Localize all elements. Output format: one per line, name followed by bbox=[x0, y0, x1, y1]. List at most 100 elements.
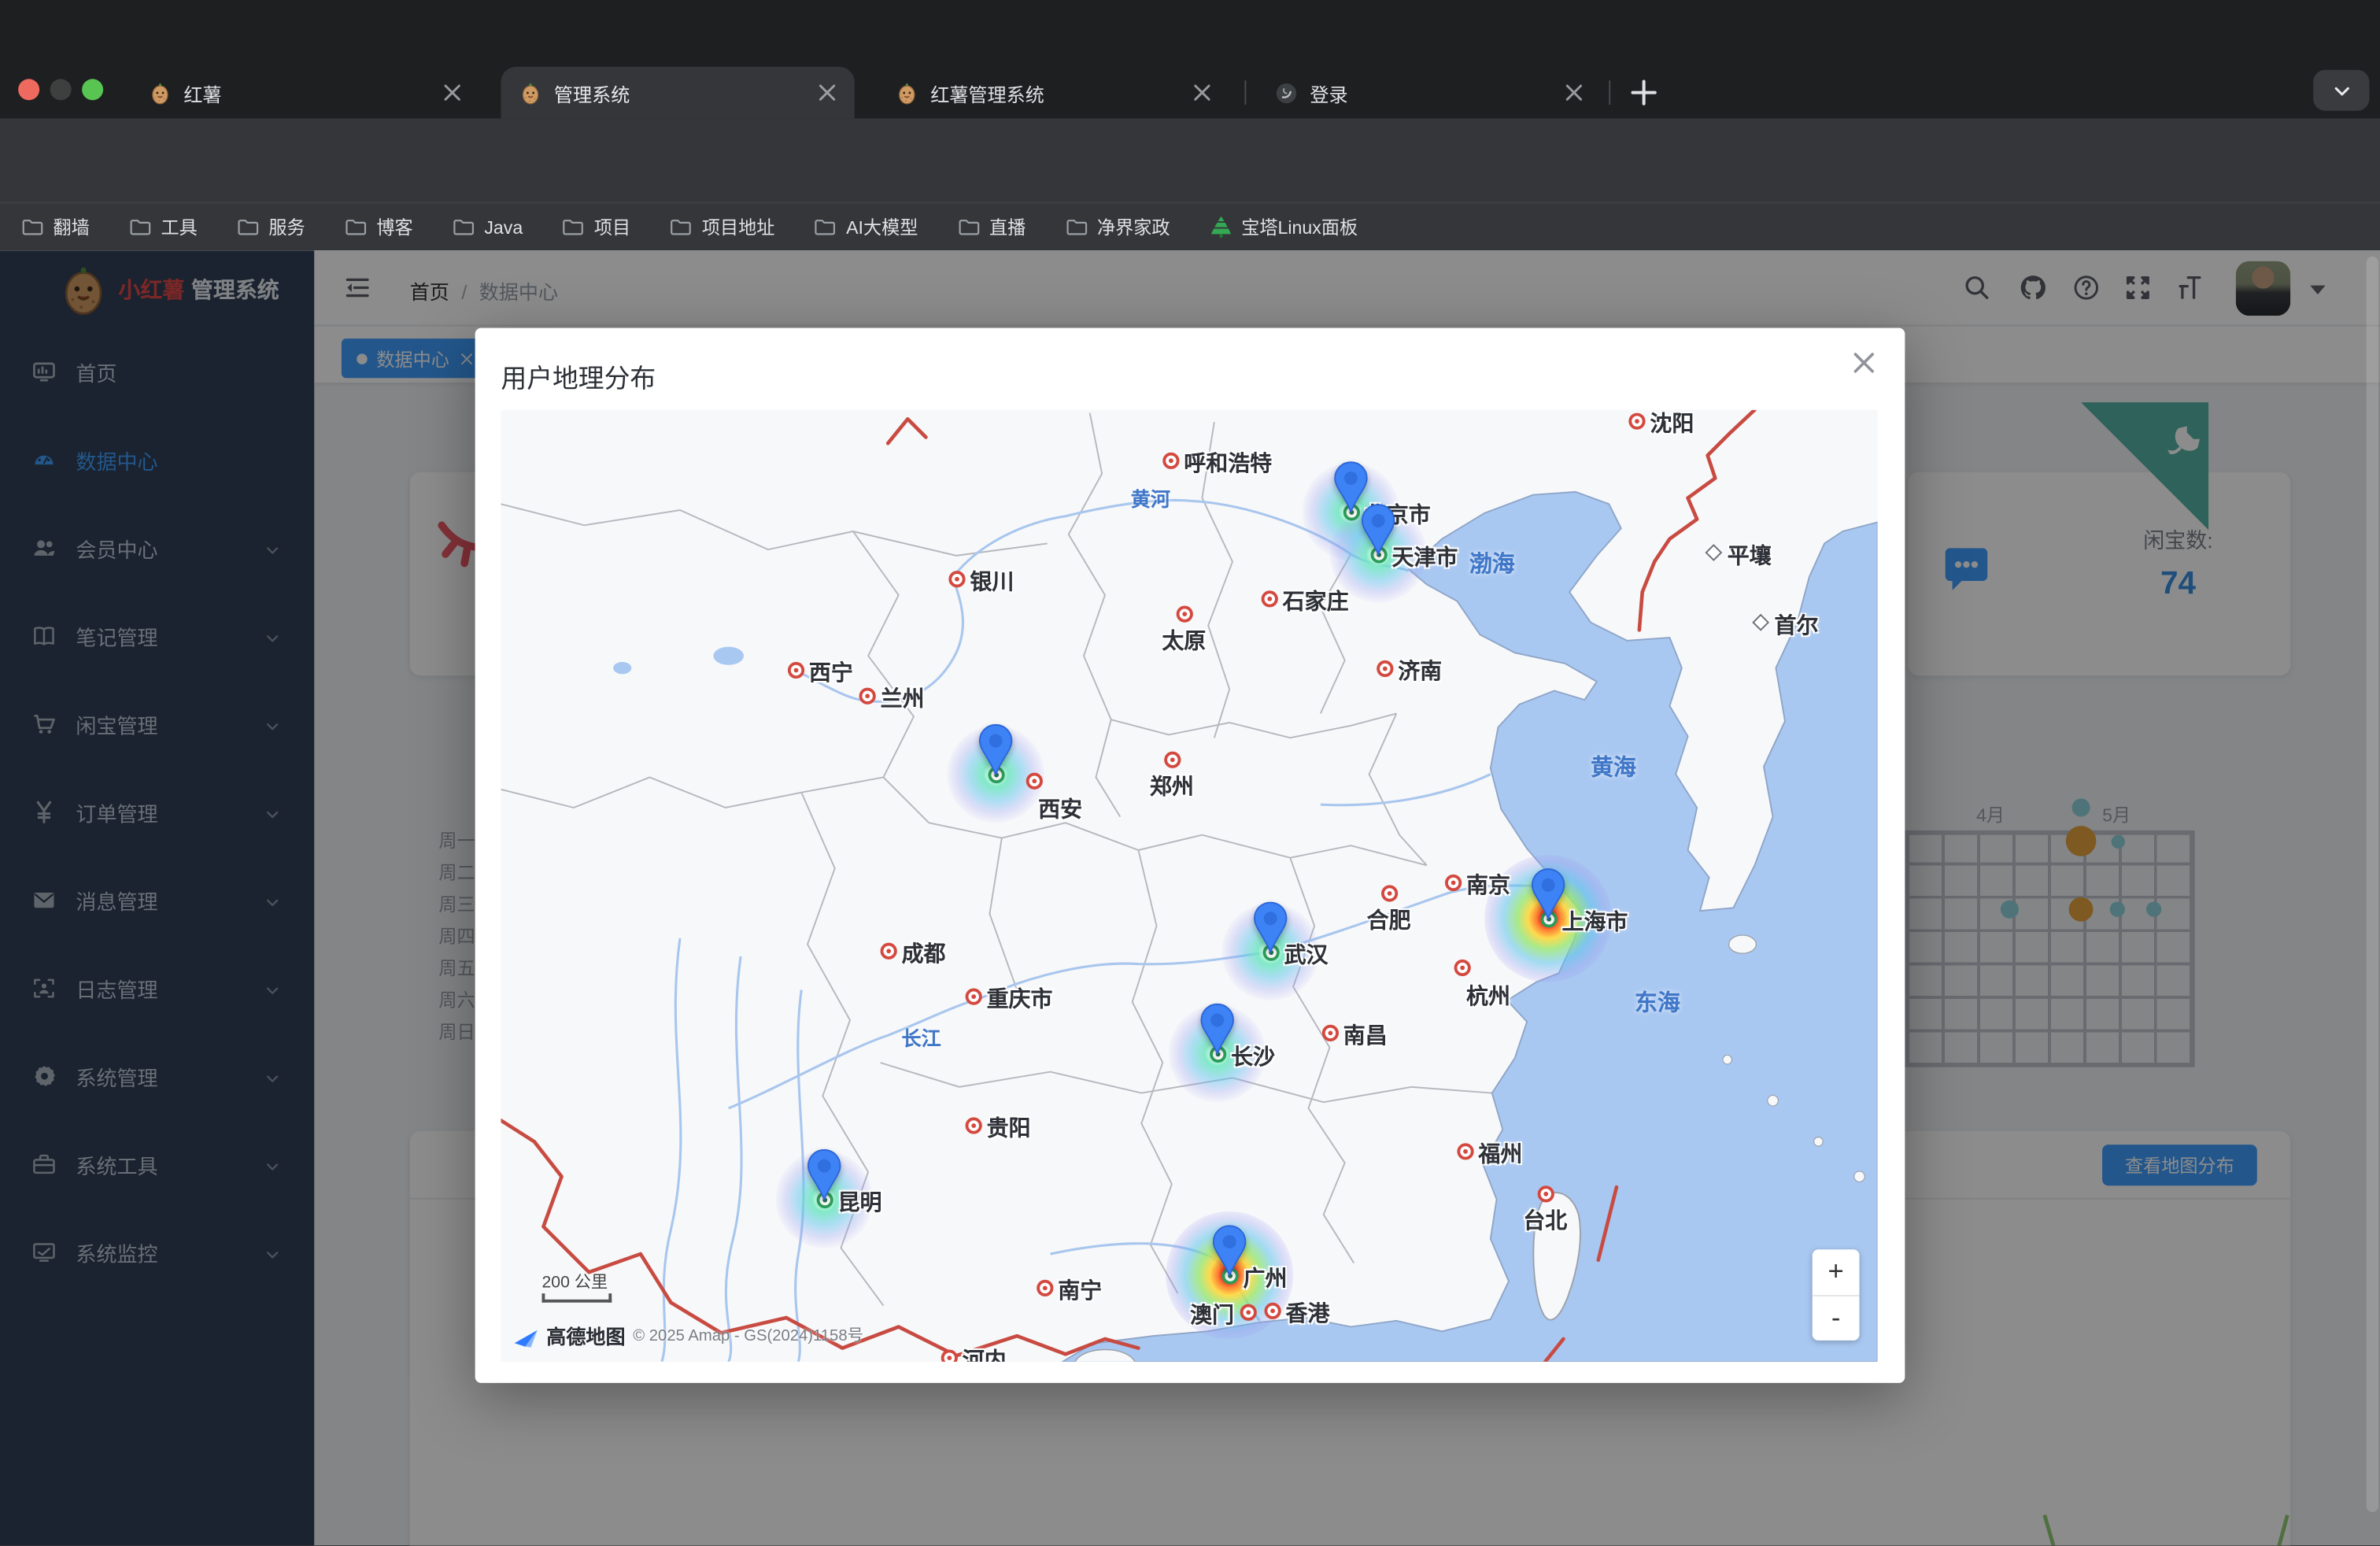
browser-tab[interactable]: 管理系统 bbox=[501, 67, 854, 119]
map-label: 昆明 bbox=[838, 1185, 882, 1218]
map-city-marker[interactable] bbox=[880, 942, 896, 959]
map-pin[interactable] bbox=[1358, 502, 1398, 557]
window-close-button[interactable] bbox=[18, 79, 39, 100]
bookmark-item[interactable]: 博客 bbox=[345, 214, 413, 240]
browser-toolbar: localhost:81/dashboard 无痕模式 bbox=[0, 118, 2380, 202]
map-label: 天津市 bbox=[1391, 541, 1458, 573]
tab-close-icon[interactable] bbox=[815, 80, 840, 105]
map-city-marker[interactable] bbox=[1162, 452, 1178, 468]
bookmark-item[interactable]: 宝塔Linux面板 bbox=[1210, 214, 1358, 240]
map-label: 沈阳 bbox=[1650, 410, 1694, 439]
map-city-marker[interactable] bbox=[1456, 1142, 1473, 1159]
bookmark-item[interactable]: 项目地址 bbox=[670, 214, 774, 240]
tab-close-icon[interactable] bbox=[1561, 80, 1586, 105]
map-pin[interactable] bbox=[1198, 1002, 1237, 1056]
map-label: 西安 bbox=[1038, 793, 1082, 824]
bookmark-item[interactable]: 直播 bbox=[958, 214, 1026, 240]
map-city-marker[interactable] bbox=[948, 570, 964, 586]
map-label: 广州 bbox=[1243, 1262, 1287, 1294]
potato-icon bbox=[149, 81, 172, 104]
bookmark-item[interactable]: Java bbox=[453, 216, 523, 239]
bookmark-label: 项目地址 bbox=[702, 214, 775, 240]
map-city-marker[interactable] bbox=[1537, 1185, 1554, 1201]
new-tab-button[interactable] bbox=[1627, 76, 1660, 109]
modal-title: 用户地理分布 bbox=[501, 357, 656, 394]
bookmark-label: AI大模型 bbox=[846, 214, 918, 240]
bookmark-item[interactable]: 服务 bbox=[237, 214, 305, 240]
map-label: 香港 bbox=[1285, 1296, 1329, 1329]
zoom-in-button[interactable]: + bbox=[1813, 1249, 1860, 1296]
map-city-marker[interactable] bbox=[1321, 1024, 1338, 1041]
amap-logo-icon bbox=[513, 1322, 539, 1348]
folder-icon bbox=[1065, 216, 1088, 239]
map-zoom-control: + - bbox=[1813, 1249, 1860, 1341]
browser-tab[interactable]: 红薯 bbox=[131, 67, 480, 119]
map-label: 太原 bbox=[1162, 624, 1206, 656]
bookmark-label: 项目 bbox=[594, 214, 630, 240]
map-city-marker[interactable] bbox=[1176, 605, 1192, 622]
folder-icon bbox=[562, 216, 585, 239]
bookmark-item[interactable]: 项目 bbox=[562, 214, 630, 240]
browser-tab[interactable]: 登录 bbox=[1257, 67, 1602, 119]
tab-title: 登录 bbox=[1310, 78, 1550, 107]
map-city-marker[interactable] bbox=[787, 661, 804, 678]
bookmark-item[interactable]: 翻墙 bbox=[21, 214, 90, 240]
map-city-marker[interactable] bbox=[1380, 884, 1397, 901]
map-city-marker[interactable] bbox=[1026, 772, 1042, 789]
map-city-marker[interactable] bbox=[1454, 959, 1470, 975]
folder-icon bbox=[21, 216, 44, 239]
map-label: 黄海 bbox=[1591, 751, 1636, 783]
map-attribution: 高德地图 © 2025 Amap - GS(2024)1158号 bbox=[513, 1321, 863, 1350]
map-canvas[interactable]: 渤海黄海东海黄河长江沈阳呼和浩特银川石家庄太原济南西宁兰州郑州西安南京合肥成都杭… bbox=[501, 410, 1877, 1362]
map-pin[interactable] bbox=[1528, 867, 1568, 921]
browser-tab[interactable]: 红薯管理系统 bbox=[878, 67, 1229, 119]
bookmark-item[interactable]: 工具 bbox=[129, 214, 198, 240]
map-label: 呼和浩特 bbox=[1184, 446, 1272, 479]
tab-close-icon[interactable] bbox=[1190, 80, 1214, 105]
map-city-marker[interactable] bbox=[1264, 1302, 1281, 1319]
zoom-out-button[interactable]: - bbox=[1813, 1296, 1860, 1341]
map-city-marker[interactable] bbox=[965, 1116, 981, 1133]
map-city-marker[interactable] bbox=[965, 988, 981, 1004]
modal-close-icon[interactable] bbox=[1849, 348, 1879, 379]
map-label: 南京 bbox=[1466, 868, 1510, 901]
window-zoom-button[interactable] bbox=[82, 79, 103, 100]
map-label: 平壤 bbox=[1728, 539, 1772, 571]
map-label: 兰州 bbox=[881, 682, 925, 714]
bookmarks-bar: 翻墙 工具 服务 博客 Java 项目 项目地址 AI大模型 直播 净界家政 宝塔Linux面板 bbox=[0, 202, 2380, 250]
map-city-marker[interactable] bbox=[1628, 412, 1644, 429]
map-label: 上海市 bbox=[1561, 904, 1628, 937]
map-geography bbox=[501, 410, 1877, 1362]
map-pin[interactable] bbox=[1251, 901, 1290, 955]
map-city-marker[interactable] bbox=[1240, 1304, 1256, 1320]
folder-icon bbox=[815, 216, 837, 239]
tab-divider bbox=[1244, 80, 1246, 105]
page-scrollbar[interactable] bbox=[2367, 257, 2378, 1513]
amap-copyright: © 2025 Amap - GS(2024)1158号 bbox=[633, 1324, 863, 1347]
folder-icon bbox=[237, 216, 260, 239]
map-city-marker[interactable] bbox=[1376, 660, 1392, 676]
map-city-marker[interactable] bbox=[1036, 1279, 1052, 1296]
map-label: 石家庄 bbox=[1283, 584, 1349, 616]
bookmark-label: 宝塔Linux面板 bbox=[1241, 214, 1358, 240]
tab-search-button[interactable] bbox=[2313, 70, 2369, 111]
chevron-down-icon bbox=[2330, 80, 2352, 101]
tab-close-icon[interactable] bbox=[440, 80, 464, 105]
bookmark-item[interactable]: AI大模型 bbox=[815, 214, 918, 240]
map-label: 渤海 bbox=[1469, 547, 1515, 579]
map-pin[interactable] bbox=[1210, 1223, 1249, 1278]
map-label: 东海 bbox=[1635, 986, 1680, 1019]
map-city-marker[interactable] bbox=[1163, 751, 1180, 767]
map-label: 银川 bbox=[970, 564, 1014, 597]
map-city-marker[interactable] bbox=[1444, 874, 1461, 890]
map-label: 合肥 bbox=[1367, 903, 1411, 935]
map-city-marker[interactable] bbox=[1261, 590, 1277, 606]
window-minimize-button[interactable] bbox=[50, 79, 72, 100]
map-city-marker[interactable] bbox=[859, 687, 875, 704]
map-pin[interactable] bbox=[976, 723, 1015, 777]
map-pin[interactable] bbox=[804, 1148, 844, 1202]
map-label: 澳门 bbox=[1190, 1298, 1234, 1330]
map-label: 南昌 bbox=[1343, 1019, 1388, 1051]
bookmark-item[interactable]: 净界家政 bbox=[1065, 214, 1170, 240]
browser-tab-strip: 红薯管理系统红薯管理系统登录 bbox=[0, 0, 2380, 118]
